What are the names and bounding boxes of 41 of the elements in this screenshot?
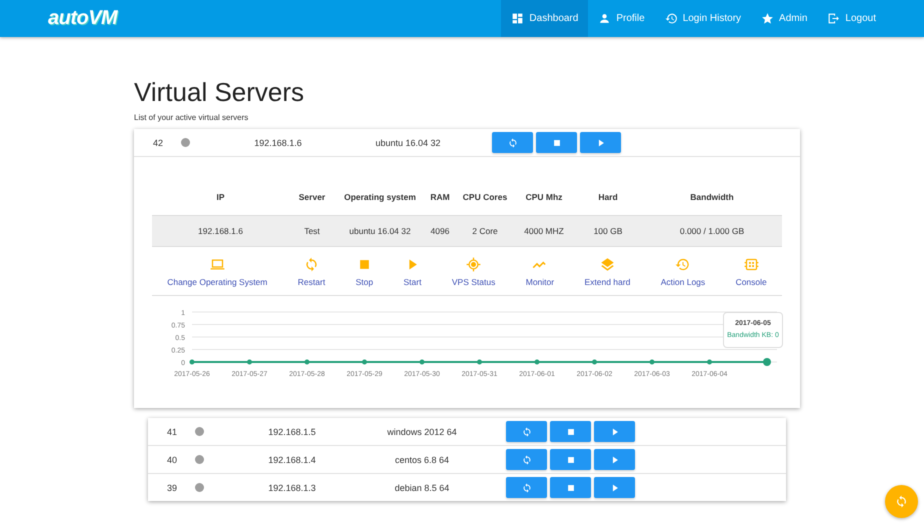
table-cell-text: 0.000 / 1.000 GB	[678, 226, 746, 236]
table-cell-text: 192.168.1.6	[197, 226, 244, 236]
table-cell-text: 4000 MHZ	[523, 226, 565, 236]
action-link[interactable]: Monitor	[526, 257, 554, 287]
column-header: Server	[298, 192, 326, 202]
column-header: CPU Mhz	[524, 192, 564, 202]
server-ip: 192.168.1.6	[253, 138, 303, 148]
action-link[interactable]: Extend hard	[584, 257, 630, 287]
server-os: debian 8.5 64	[394, 482, 450, 492]
server-id: 40	[166, 454, 177, 464]
nav-link[interactable]: Dashboard	[501, 0, 588, 37]
server-id: 42	[152, 138, 163, 148]
action-link[interactable]: Restart	[298, 257, 326, 287]
column-header: IP	[215, 192, 226, 202]
server-ip: 192.168.1.4	[267, 454, 317, 464]
server-ip: 192.168.1.3	[267, 482, 317, 492]
action-link[interactable]: Action Logs	[660, 257, 706, 287]
column-header: Hard	[597, 192, 619, 202]
server-ip: 192.168.1.5	[267, 426, 317, 436]
table-cell-text: 100 GB	[592, 226, 624, 236]
table-cell-text: 4096	[430, 226, 450, 236]
table-cell-text: ubuntu 16.04 32	[348, 226, 412, 236]
column-header: Operating system	[343, 192, 417, 202]
table-cell-text: 2 Core	[471, 226, 499, 236]
action-link[interactable]: Console	[736, 257, 767, 287]
server-id: 39	[166, 482, 177, 492]
logo: autoVM	[48, 7, 118, 30]
column-header: Bandwidth	[689, 192, 735, 202]
page-subtitle: List of your active virtual servers	[134, 113, 250, 122]
server-id: 41	[166, 426, 177, 436]
column-header: CPU Cores	[462, 192, 508, 202]
action-link[interactable]: Start	[404, 257, 422, 287]
action-link[interactable]: VPS Status	[452, 257, 496, 287]
action-link[interactable]: Change Operating System	[167, 257, 268, 287]
column-header: RAM	[429, 192, 451, 202]
server-os: ubuntu 16.04 32	[374, 138, 442, 148]
page-title: Virtual Servers	[134, 77, 306, 108]
server-os: windows 2012 64	[386, 426, 458, 436]
table-cell-text: Test	[303, 226, 321, 236]
server-os: centos 6.8 64	[394, 454, 450, 464]
action-link[interactable]: Stop	[356, 257, 374, 287]
